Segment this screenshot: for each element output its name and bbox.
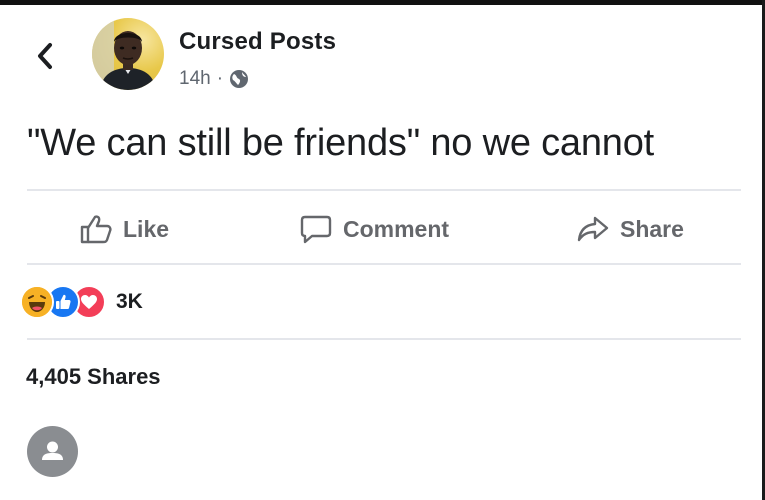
- back-button[interactable]: [30, 38, 60, 74]
- meta-separator: ·: [216, 68, 224, 89]
- post-header: Cursed Posts 14h ·: [0, 0, 765, 110]
- comment-button[interactable]: Comment: [299, 196, 449, 262]
- thumbs-up-icon: [80, 215, 112, 244]
- author-avatar[interactable]: [92, 18, 164, 90]
- post-time[interactable]: 14h: [179, 68, 211, 90]
- comment-label: Comment: [343, 215, 450, 242]
- author-name[interactable]: Cursed Posts: [179, 28, 336, 56]
- like-label: Like: [123, 215, 170, 242]
- reaction-count: 3K: [116, 290, 143, 313]
- post-text: "We can still be friends" no we cannot: [27, 122, 655, 164]
- share-label: Share: [620, 215, 684, 242]
- current-user-avatar[interactable]: [27, 426, 78, 477]
- chevron-left-icon: [38, 43, 52, 69]
- share-arrow-icon: [577, 216, 609, 242]
- shares-count[interactable]: 4,405 Shares: [26, 364, 161, 390]
- share-button[interactable]: Share: [576, 196, 684, 262]
- divider-top: [27, 189, 741, 191]
- divider-bottom: [27, 263, 741, 265]
- divider-stats: [27, 338, 741, 340]
- globe-icon[interactable]: [229, 69, 249, 89]
- user-silhouette-icon: [42, 441, 63, 460]
- post-meta: 14h ·: [179, 66, 249, 92]
- avatar-portrait: [92, 18, 156, 90]
- haha-icon: [20, 285, 54, 319]
- action-bar: Like Comment Share: [27, 196, 741, 262]
- comment-icon: [300, 215, 332, 244]
- reactions-summary[interactable]: 3K: [20, 284, 143, 320]
- like-button[interactable]: Like: [79, 196, 169, 262]
